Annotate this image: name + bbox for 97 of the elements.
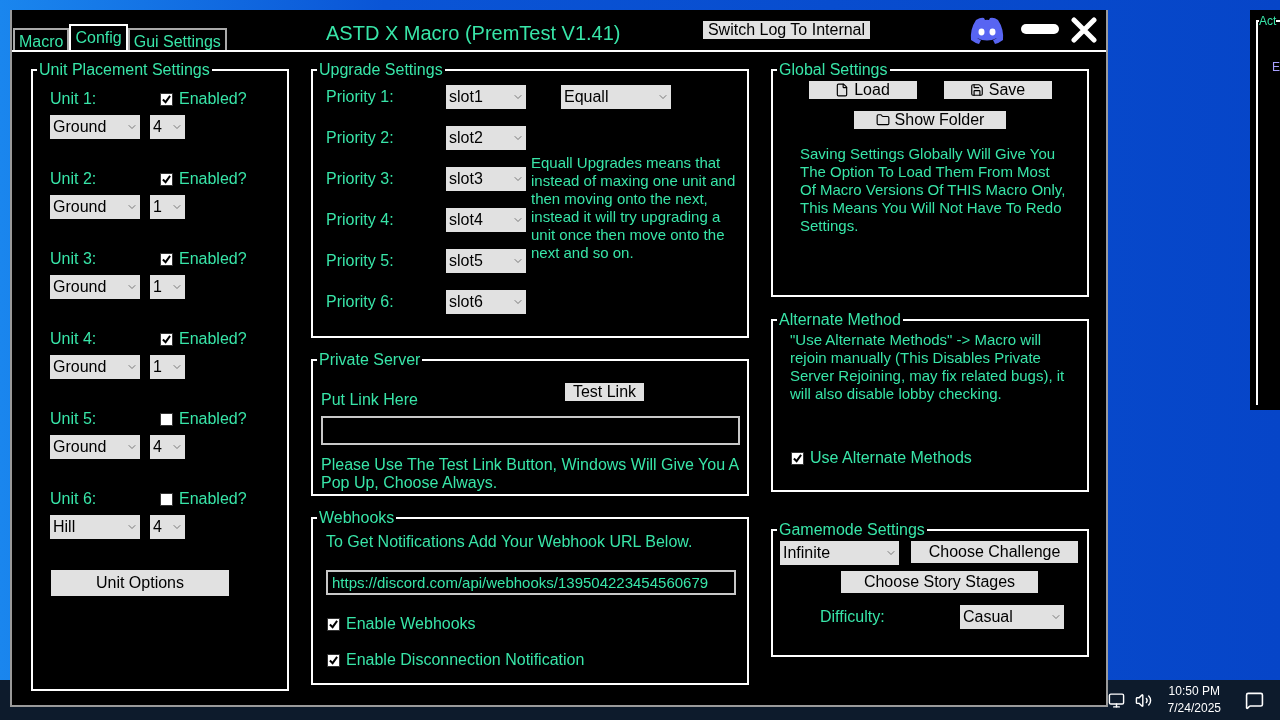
check-icon <box>162 254 171 264</box>
group-title: Alternate Method <box>778 310 902 330</box>
checkbox[interactable] <box>160 172 173 186</box>
webhook-url-field[interactable]: https://discord.com/api/webhooks/139504223454560679 <box>326 570 736 595</box>
priority-label: Priority 3: <box>326 169 395 189</box>
network-icon[interactable] <box>1107 691 1125 709</box>
button[interactable]: Test Link <box>565 383 644 401</box>
button[interactable]: Unit Options <box>51 570 229 596</box>
folder-icon <box>875 113 890 127</box>
dropdown[interactable]: Infinite <box>780 541 899 565</box>
dropdown[interactable]: slot4 <box>446 208 526 232</box>
checkbox-label: Enable Webhooks <box>346 614 476 634</box>
dropdown[interactable]: 1 <box>150 355 185 379</box>
background-window-text: E <box>1272 59 1280 76</box>
clock-date: 7/24/2025 <box>1167 700 1221 717</box>
group-title: Upgrade Settings <box>318 60 444 80</box>
dropdown[interactable]: Casual <box>960 605 1064 629</box>
link-field[interactable] <box>321 416 740 445</box>
priority-label: Priority 4: <box>326 210 395 230</box>
button[interactable]: Switch Log To Internal <box>703 21 870 39</box>
dropdown[interactable]: slot1 <box>446 85 526 109</box>
dropdown[interactable]: Ground <box>50 275 140 299</box>
dropdown[interactable]: 4 <box>150 515 185 539</box>
check-icon <box>793 453 802 463</box>
difficulty-label: Difficulty: <box>820 607 886 627</box>
priority-label: Priority 2: <box>326 128 395 148</box>
check-icon <box>162 94 171 104</box>
upgrade-note: Equall Upgrades means that instead of maxing one unit and then moving onto the next, instead it will try upgrading a unit once then move onto the next and so on. <box>531 154 737 262</box>
button[interactable]: Choose Story Stages <box>841 571 1038 593</box>
button[interactable]: Choose Challenge <box>911 541 1078 563</box>
dropdown[interactable]: Equall <box>561 85 671 109</box>
dropdown[interactable]: slot6 <box>446 290 526 314</box>
dropdown[interactable]: Ground <box>50 115 140 139</box>
checkbox[interactable] <box>160 252 173 266</box>
button[interactable]: Save <box>943 81 1052 99</box>
group-title: Private Server <box>318 350 422 370</box>
close-icon[interactable] <box>1071 17 1097 43</box>
link-prompt: Put Link Here <box>321 390 418 410</box>
checkbox[interactable] <box>160 492 173 506</box>
tab[interactable]: Config <box>69 24 128 50</box>
checkbox-label: Enabled? <box>179 409 247 429</box>
speaker-icon[interactable] <box>1134 691 1152 709</box>
check-icon <box>162 174 171 184</box>
checkbox[interactable] <box>160 92 173 106</box>
webhook-prompt: To Get Notifications Add Your Webhook URL Below. <box>326 533 693 550</box>
checkbox-label: Enable Disconnection Notification <box>346 650 585 670</box>
unit-label: Unit 1: <box>50 89 98 109</box>
group-title: Global Settings <box>778 60 889 80</box>
save-icon <box>969 83 984 97</box>
priority-label: Priority 5: <box>326 251 395 271</box>
global-settings-note: Saving Settings Globally Will Give You The Option To Load Them From Most Of Macro Versions Of THIS Macro Only, This Means You Will Not Have To Redo Settings. <box>799 145 1067 235</box>
clock-time: 10:50 PM <box>1168 683 1220 700</box>
file-icon <box>835 83 850 97</box>
minimize-icon[interactable] <box>1021 24 1059 34</box>
checkbox-label: Enabled? <box>179 329 247 349</box>
dropdown[interactable]: slot3 <box>446 167 526 191</box>
dropdown[interactable]: 1 <box>150 195 185 219</box>
group-title: Unit Placement Settings <box>38 60 211 80</box>
dropdown[interactable]: Ground <box>50 355 140 379</box>
dropdown[interactable]: Ground <box>50 195 140 219</box>
dropdown[interactable]: 4 <box>150 435 185 459</box>
tab[interactable]: Gui Settings <box>127 28 227 50</box>
unit-label: Unit 3: <box>50 249 98 269</box>
dropdown[interactable]: 1 <box>150 275 185 299</box>
checkbox-label: Enabled? <box>179 489 247 509</box>
dropdown[interactable]: Hill <box>50 515 140 539</box>
button[interactable]: Load <box>808 81 917 99</box>
group-title: Webhooks <box>318 508 396 528</box>
checkbox[interactable] <box>791 451 804 465</box>
checkbox[interactable] <box>160 412 173 426</box>
discord-icon[interactable] <box>969 17 1005 44</box>
unit-label: Unit 6: <box>50 489 98 509</box>
private-server-note: Please Use The Test Link Button, Windows Will Give You A Pop Up, Choose Always. <box>321 456 739 492</box>
priority-label: Priority 6: <box>326 292 395 312</box>
checkbox-label: Enabled? <box>179 249 247 269</box>
unit-label: Unit 4: <box>50 329 98 349</box>
checkbox-label: Use Alternate Methods <box>810 448 972 468</box>
dropdown[interactable]: slot5 <box>446 249 526 273</box>
dropdown[interactable]: slot2 <box>446 126 526 150</box>
alternate-method-note: "Use Alternate Methods" -> Macro will rejoin manually (This Disables Private Server Rejoining, may fix related bugs), it will also disable lobby checking. <box>789 330 1066 403</box>
priority-label: Priority 1: <box>326 87 395 107</box>
unit-label: Unit 5: <box>50 409 98 429</box>
button[interactable]: Show Folder <box>854 111 1006 129</box>
checkbox[interactable] <box>327 617 340 631</box>
window-title: ASTD X Macro (PremTest V1.41) <box>326 21 621 46</box>
dropdown[interactable]: Ground <box>50 435 140 459</box>
check-icon <box>329 619 338 629</box>
checkbox[interactable] <box>160 332 173 346</box>
checkbox[interactable] <box>327 653 340 667</box>
unit-label: Unit 2: <box>50 169 98 189</box>
checkbox-label: Enabled? <box>179 169 247 189</box>
dropdown[interactable]: 4 <box>150 115 185 139</box>
checkbox-label: Enabled? <box>179 89 247 109</box>
group-title: Gamemode Settings <box>778 520 926 540</box>
check-icon <box>329 655 338 665</box>
check-icon <box>162 334 171 344</box>
notification-icon[interactable] <box>1245 690 1264 710</box>
